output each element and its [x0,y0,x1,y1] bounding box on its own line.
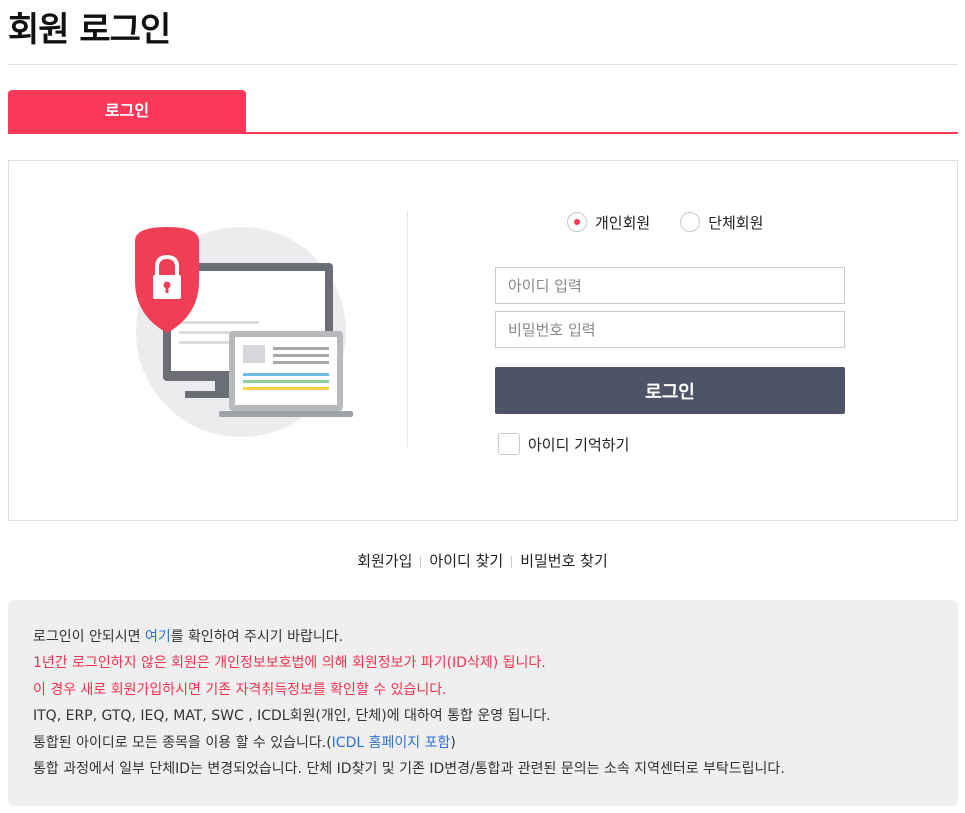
notice-here-link[interactable]: 여기 [145,629,171,645]
link-separator [420,555,422,568]
member-type-radio-group: 개인회원 단체회원 [567,209,763,235]
radio-group-label: 단체회원 [708,213,764,232]
secure-login-illustration [135,227,353,437]
laptop-line [273,361,329,364]
find-id-link[interactable]: 아이디 찾기 [429,552,503,570]
laptop-line [273,354,329,357]
laptop-image-block [243,345,265,363]
notice-line-5: 통합된 아이디로 모든 종목을 이용 할 수 있습니다.(ICDL 홈페이지 포… [33,730,958,756]
radio-group-member[interactable]: 단체회원 [680,212,763,233]
login-button[interactable]: 로그인 [495,367,845,414]
account-links: 회원가입 아이디 찾기 비밀번호 찾기 [0,550,965,571]
notice-line-6: 통합 과정에서 일부 단체ID는 변경되었습니다. 단체 ID찾기 및 기존 I… [33,761,785,778]
notice-line-4: ITQ, ERP, GTQ, IEQ, MAT, SWC , ICDL회원(개인… [33,708,551,725]
radio-individual-label: 개인회원 [595,213,651,232]
remember-id-label: 아이디 기억하기 [528,435,630,454]
notice-line-1: 로그인이 안되시면 여기를 확인하여 주시기 바랍니다. [33,624,958,650]
link-separator [511,555,513,568]
notice-line-1-suffix: 를 확인하여 주시기 바랍니다. [170,629,344,645]
laptop-line-green [243,380,329,383]
password-input[interactable] [495,311,845,348]
laptop-line-yellow [243,387,329,390]
id-input[interactable] [495,267,845,304]
notice-line-1-text: 로그인이 안되시면 [33,629,145,645]
radio-button-selected[interactable] [567,212,587,232]
laptop-line-blue [243,373,329,376]
checkbox-box[interactable] [498,433,520,455]
login-panel: 개인회원 단체회원 로그인 아이디 기억하기 [8,160,958,521]
radio-individual-member[interactable]: 개인회원 [567,212,650,233]
page-title: 회원 로그인 [8,10,171,50]
find-password-link[interactable]: 비밀번호 찾기 [520,552,608,570]
icdl-homepage-link[interactable]: ICDL 홈페이지 포함 [332,735,451,751]
laptop-base [219,411,353,417]
tab-login[interactable]: 로그인 [8,90,246,132]
remember-id-checkbox[interactable]: 아이디 기억하기 [498,433,629,455]
signup-link[interactable]: 회원가입 [357,552,412,570]
screen-line [179,321,259,324]
notice-line-5-suffix: ) [450,734,456,751]
laptop-line [273,347,329,350]
notice-line-5-text: 통합된 아이디로 모든 종목을 이용 할 수 있습니다.( [33,734,332,751]
tab-bar: 로그인 [8,90,958,134]
panel-divider [407,211,408,447]
notice-line-3: 이 경우 새로 회원가입하시면 기존 자격취득정보를 확인할 수 있습니다. [33,681,447,698]
radio-button-unselected[interactable] [680,212,701,232]
tab-underline [8,132,958,134]
title-divider [8,64,958,65]
notice-line-2: 1년간 로그인하지 않은 회원은 개인정보보호법에 의해 회원정보가 파기(ID… [33,655,546,672]
notice-box: 로그인이 안되시면 여기를 확인하여 주시기 바랍니다. 1년간 로그인하지 않… [8,600,958,806]
